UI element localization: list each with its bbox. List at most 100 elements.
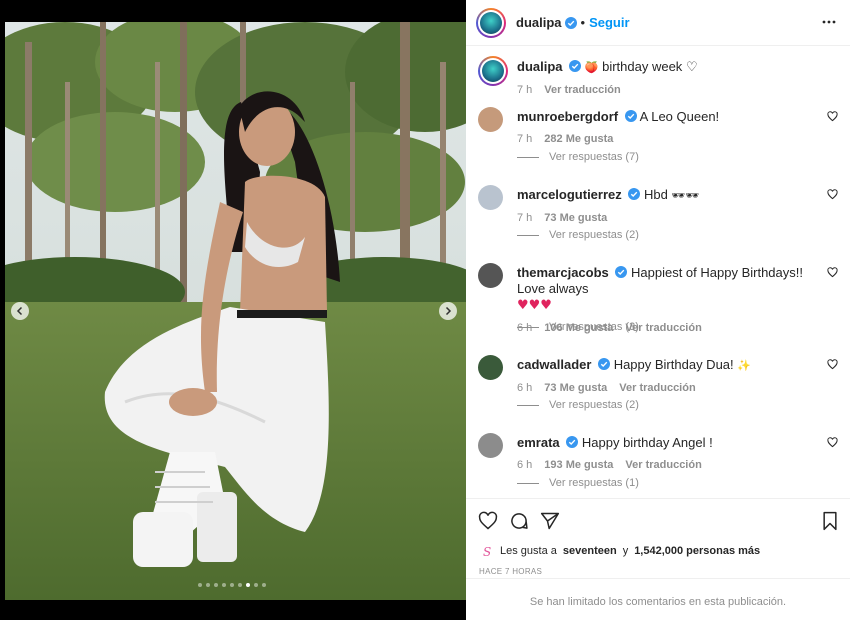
commenter-avatar[interactable] bbox=[478, 107, 503, 132]
comments-limited-notice: Se han limitado los comentarios en esta … bbox=[466, 578, 850, 620]
comment-likes[interactable]: 73 Me gusta bbox=[544, 382, 607, 394]
prev-slide-button[interactable] bbox=[11, 302, 29, 320]
comment-translate-link[interactable]: Ver traducción bbox=[625, 459, 701, 471]
verified-badge-icon bbox=[628, 188, 641, 200]
replies-label[interactable]: Ver respuestas (3) bbox=[549, 321, 639, 333]
comment-icon[interactable] bbox=[509, 511, 529, 531]
post-header: dualipa • Seguir bbox=[466, 0, 850, 46]
comments-list: dualipa 🍑 birthday week ♡ 7 h Ver traduc… bbox=[466, 47, 850, 497]
replies-line bbox=[517, 404, 539, 406]
verified-badge-icon bbox=[566, 436, 579, 448]
comment-time[interactable]: 7 h bbox=[517, 133, 532, 145]
commenter-username[interactable]: marcelogutierrez bbox=[517, 187, 622, 202]
svg-text:S: S bbox=[483, 545, 491, 558]
comment-time[interactable]: 6 h bbox=[517, 459, 532, 471]
view-replies-button[interactable]: Ver respuestas (2) bbox=[517, 229, 639, 241]
caption-username[interactable]: dualipa bbox=[517, 59, 563, 74]
more-options-icon[interactable] bbox=[822, 15, 836, 29]
author-avatar[interactable] bbox=[476, 7, 506, 38]
carousel-dot bbox=[214, 583, 218, 587]
comment-like-icon[interactable] bbox=[827, 189, 838, 200]
photo-scene bbox=[5, 22, 466, 600]
verified-badge-icon bbox=[569, 60, 582, 72]
carousel-dot bbox=[198, 583, 202, 587]
verified-badge-icon bbox=[564, 16, 577, 29]
liker-username[interactable]: seventeen bbox=[563, 545, 617, 557]
comment-text: A Leo Queen! bbox=[639, 109, 720, 124]
likes-conj: y bbox=[622, 545, 629, 557]
next-slide-button[interactable] bbox=[439, 302, 457, 320]
comment-time[interactable]: 6 h bbox=[517, 382, 532, 394]
comment-text: Happy birthday Angel ! bbox=[581, 435, 713, 450]
commenter-avatar[interactable] bbox=[478, 185, 503, 210]
verified-badge-icon bbox=[615, 266, 628, 278]
carousel-indicator bbox=[198, 583, 266, 587]
view-replies-button[interactable]: Ver respuestas (2) bbox=[517, 399, 639, 411]
carousel-dot bbox=[262, 583, 266, 587]
comment-like-icon[interactable] bbox=[827, 359, 838, 370]
caption-translate-link[interactable]: Ver traducción bbox=[544, 84, 620, 96]
replies-label[interactable]: Ver respuestas (2) bbox=[549, 399, 639, 411]
liker-avatar[interactable]: S bbox=[480, 544, 494, 558]
likes-count[interactable]: 1,542,000 personas más bbox=[634, 545, 760, 557]
separator-dot: • bbox=[580, 15, 586, 30]
caption-heart: ♡ bbox=[685, 59, 698, 74]
comment-like-icon[interactable] bbox=[827, 111, 838, 122]
caption-text: dualipa 🍑 birthday week ♡ bbox=[517, 59, 820, 76]
caption-author-avatar[interactable] bbox=[478, 56, 508, 86]
commenter-username[interactable]: cadwallader bbox=[517, 357, 591, 372]
commenter-username[interactable]: munroebergdorf bbox=[517, 109, 618, 124]
view-replies-button[interactable]: Ver respuestas (7) bbox=[517, 151, 639, 163]
comment-emojis: 🕶🕶 bbox=[671, 189, 700, 202]
commenter-avatar[interactable] bbox=[478, 355, 503, 380]
author-username[interactable]: dualipa bbox=[516, 15, 562, 30]
commenter-username[interactable]: emrata bbox=[517, 435, 560, 450]
post-photo bbox=[5, 22, 466, 600]
like-heart-icon[interactable] bbox=[478, 511, 498, 531]
comment-like-icon[interactable] bbox=[827, 437, 838, 448]
replies-label[interactable]: Ver respuestas (1) bbox=[549, 477, 639, 489]
replies-label[interactable]: Ver respuestas (7) bbox=[549, 151, 639, 163]
post-side-panel: dualipa • Seguir dualipa 🍑 birthday week… bbox=[466, 0, 850, 620]
peach-emoji: 🍑 bbox=[584, 61, 599, 74]
replies-label[interactable]: Ver respuestas (2) bbox=[549, 229, 639, 241]
replies-line bbox=[517, 326, 539, 328]
comment-likes[interactable]: 193 Me gusta bbox=[544, 459, 613, 471]
comment-translate-link[interactable]: Ver traducción bbox=[619, 382, 695, 394]
share-icon[interactable] bbox=[540, 511, 560, 531]
caption-time[interactable]: 7 h bbox=[517, 84, 532, 96]
chevron-right-icon bbox=[445, 306, 452, 316]
comment-time[interactable]: 7 h bbox=[517, 212, 532, 224]
verified-badge-icon bbox=[624, 110, 637, 122]
carousel-dot bbox=[206, 583, 210, 587]
comment-likes[interactable]: 73 Me gusta bbox=[544, 212, 607, 224]
carousel-dot bbox=[230, 583, 234, 587]
carousel-dot bbox=[246, 583, 250, 587]
comment-emojis: ✨ bbox=[737, 359, 751, 372]
view-replies-button[interactable]: Ver respuestas (1) bbox=[517, 477, 639, 489]
caption-body: birthday week bbox=[602, 59, 683, 74]
replies-line bbox=[517, 482, 539, 484]
verified-badge-icon bbox=[598, 358, 611, 370]
chevron-left-icon bbox=[16, 306, 23, 316]
view-replies-button[interactable]: Ver respuestas (3) bbox=[517, 321, 639, 333]
comment-text: Hbd bbox=[644, 187, 668, 202]
likes-prefix: Les gusta a bbox=[500, 545, 557, 557]
comment-like-icon[interactable] bbox=[827, 267, 838, 278]
comment-text: Happy Birthday Dua! bbox=[613, 357, 734, 372]
commenter-avatar[interactable] bbox=[478, 433, 503, 458]
post-media bbox=[0, 0, 466, 620]
bookmark-icon[interactable] bbox=[820, 511, 840, 531]
carousel-dot bbox=[254, 583, 258, 587]
replies-line bbox=[517, 234, 539, 236]
comment-likes[interactable]: 282 Me gusta bbox=[544, 133, 613, 145]
commenter-avatar[interactable] bbox=[478, 263, 503, 288]
comment-hearts: ♥♥♥ bbox=[517, 298, 552, 313]
follow-button[interactable]: Seguir bbox=[589, 15, 629, 30]
carousel-dot bbox=[222, 583, 226, 587]
carousel-dot bbox=[238, 583, 242, 587]
post-timestamp[interactable]: HACE 7 HORAS bbox=[479, 567, 542, 576]
replies-line bbox=[517, 156, 539, 158]
likes-summary: S Les gusta a seventeen y 1,542,000 pers… bbox=[480, 544, 760, 558]
commenter-username[interactable]: themarcjacobs bbox=[517, 265, 609, 280]
